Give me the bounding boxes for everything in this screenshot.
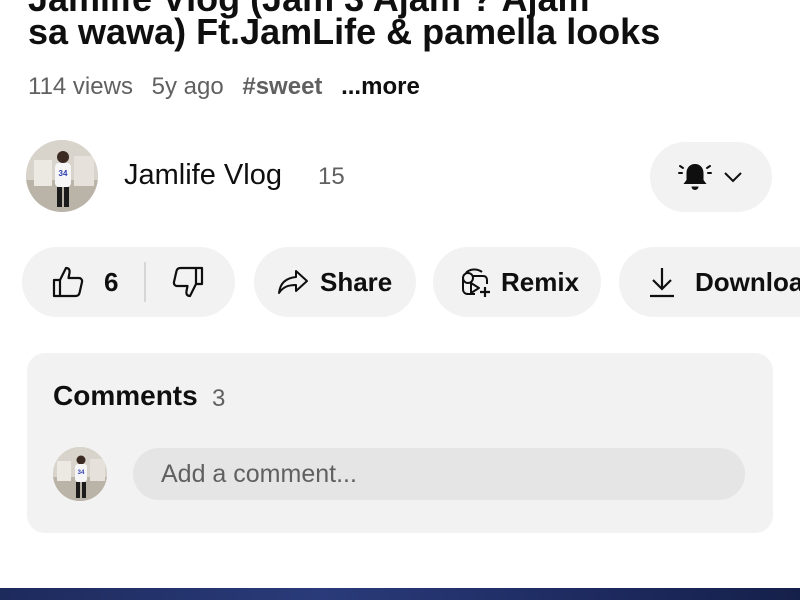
video-details-panel: Jamlife Vlog (Jam 3 Ajam ? Ajam sa wawa)… — [0, 0, 800, 600]
remix-icon — [457, 264, 493, 300]
svg-text:34: 34 — [78, 470, 85, 476]
comments-count: 3 — [212, 385, 226, 412]
remix-label: Remix — [501, 266, 580, 297]
hashtag-link[interactable]: #sweet — [242, 73, 322, 100]
video-title-line-2[interactable]: sa wawa) Ft.JamLife & pamella looks — [28, 11, 660, 53]
comment-input[interactable] — [133, 448, 745, 500]
comments-title: Comments — [53, 380, 198, 411]
like-dislike-group: 6 — [22, 247, 235, 317]
thumbs-down-icon[interactable] — [170, 264, 206, 300]
share-label: Share — [320, 266, 393, 297]
view-count: 114 views — [28, 73, 133, 100]
more-button[interactable]: ...more — [341, 73, 420, 100]
channel-name[interactable]: Jamlife Vlog — [124, 159, 282, 192]
chevron-down-icon — [721, 165, 745, 189]
notification-button[interactable] — [650, 142, 772, 212]
share-button[interactable]: Share — [254, 247, 416, 317]
like-divider — [144, 262, 147, 302]
share-icon — [276, 265, 310, 299]
download-label: Download — [695, 266, 800, 297]
subscriber-count: 15 — [318, 163, 345, 190]
thumbs-up-icon[interactable] — [50, 264, 86, 300]
channel-avatar[interactable]: 34 — [26, 140, 98, 212]
like-count: 6 — [104, 266, 119, 297]
user-avatar: 34 — [53, 447, 107, 501]
upload-age: 5y ago — [151, 73, 224, 100]
svg-text:34: 34 — [59, 169, 68, 178]
remix-button[interactable]: Remix — [433, 247, 601, 317]
video-meta[interactable]: 114 views 5y ago #sweet ...more — [28, 73, 432, 101]
bell-icon — [677, 159, 713, 195]
action-bar: 6 Share Remix Downloa — [22, 247, 800, 317]
bottom-navigation-edge — [0, 588, 800, 600]
comments-section[interactable]: Comments 3 34 — [27, 353, 773, 533]
download-button[interactable]: Download — [619, 247, 800, 317]
download-icon — [647, 265, 677, 299]
channel-row: 34 Jamlife Vlog 15 — [0, 140, 800, 212]
